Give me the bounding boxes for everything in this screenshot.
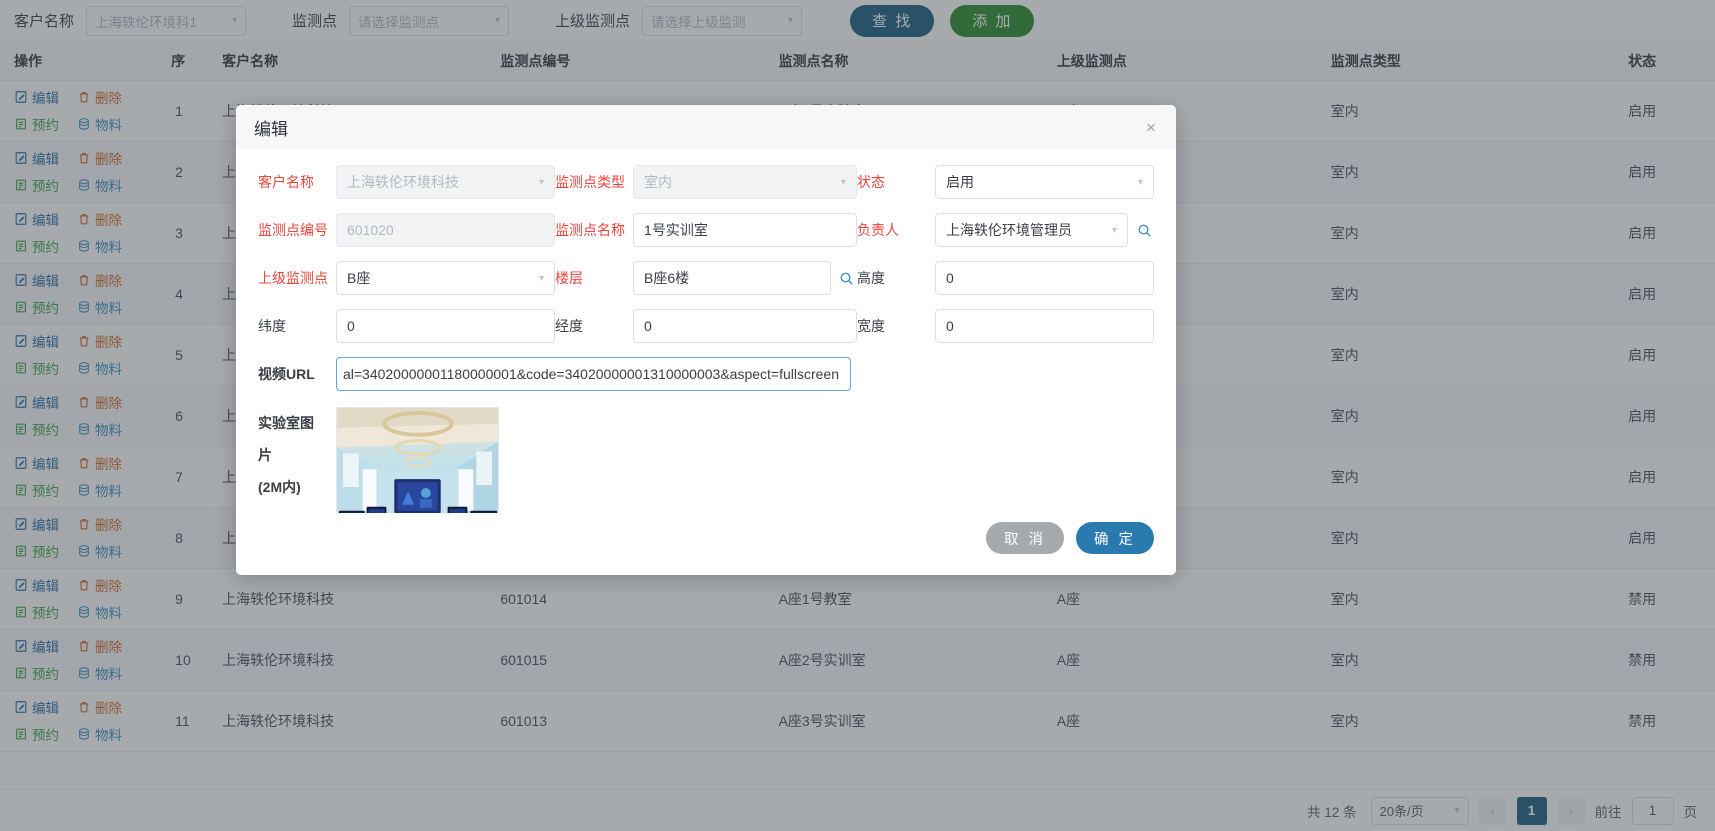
- lab-image-label-line2: (2M内): [258, 479, 301, 495]
- lab-image-thumbnail[interactable]: [336, 407, 499, 513]
- lab-image-label-line1: 实验室图片: [258, 415, 314, 463]
- customer-value: 上海轶伦环境科技: [347, 174, 459, 190]
- field-longitude: 经度 0: [555, 309, 857, 343]
- cancel-button[interactable]: 取 消: [986, 522, 1064, 554]
- chevron-down-icon: ▾: [539, 176, 545, 188]
- video-url-value: al=34020000001180000001&code=34020000001…: [342, 366, 839, 382]
- floor-label: 楼层: [555, 270, 584, 286]
- owner-value: 上海轶伦环境管理员: [945, 222, 1072, 238]
- latitude-input[interactable]: 0: [336, 309, 556, 343]
- longitude-input[interactable]: 0: [633, 309, 857, 343]
- form-row-2: 监测点编号 601020 监测点名称 1号实训室 负责人 上海轶伦环境管理员 ▾: [258, 213, 1154, 247]
- field-height: 高度 0: [857, 261, 1154, 295]
- lab-image-label: 实验室图片 (2M内): [258, 407, 336, 503]
- customer-label: 客户名称: [258, 174, 314, 190]
- chevron-down-icon: ▾: [1111, 224, 1117, 236]
- video-url-label: 视频URL: [258, 366, 315, 382]
- point-name-label: 监测点名称: [555, 222, 626, 238]
- point-type-value: 室内: [644, 174, 673, 190]
- form-row-1: 客户名称 上海轶伦环境科技 ▾ 监测点类型 室内 ▾ 状态 启用 ▾: [258, 165, 1154, 199]
- point-code-input: 601020: [336, 213, 556, 247]
- dialog-body: 客户名称 上海轶伦环境科技 ▾ 监测点类型 室内 ▾ 状态 启用 ▾ 监测点编号…: [236, 149, 1176, 513]
- owner-label: 负责人: [856, 222, 899, 238]
- customer-select: 上海轶伦环境科技 ▾: [336, 165, 556, 199]
- point-type-select: 室内 ▾: [633, 165, 857, 199]
- field-floor: 楼层 B座6楼: [555, 261, 857, 295]
- field-customer: 客户名称 上海轶伦环境科技 ▾: [258, 165, 556, 199]
- point-name-input[interactable]: 1号实训室: [633, 213, 857, 247]
- dialog-footer: 取 消 确 定: [236, 513, 1176, 575]
- field-width: 宽度 0: [857, 309, 1154, 343]
- status-value: 启用: [945, 174, 974, 190]
- height-label: 高度: [856, 270, 885, 286]
- search-icon[interactable]: [837, 271, 857, 286]
- width-input[interactable]: 0: [934, 309, 1154, 343]
- point-type-label: 监测点类型: [555, 174, 626, 190]
- chevron-down-icon: ▾: [539, 272, 545, 284]
- longitude-label: 经度: [555, 318, 584, 334]
- parent-point-select[interactable]: B座 ▾: [336, 261, 556, 295]
- close-icon[interactable]: ×: [1140, 116, 1162, 138]
- dialog-header: 编辑 ×: [236, 105, 1176, 149]
- status-label: 状态: [856, 174, 885, 190]
- confirm-button[interactable]: 确 定: [1076, 522, 1154, 554]
- lab-photo: [337, 408, 498, 513]
- dialog-title: 编辑: [254, 119, 288, 139]
- point-code-label: 监测点编号: [258, 222, 328, 238]
- form-row-3: 上级监测点 B座 ▾ 楼层 B座6楼 高度 0: [258, 261, 1154, 295]
- owner-select[interactable]: 上海轶伦环境管理员 ▾: [934, 213, 1128, 247]
- field-video-url: 视频URL al=34020000001180000001&code=34020…: [258, 357, 1154, 391]
- field-lab-image: 实验室图片 (2M内): [258, 407, 1154, 513]
- field-owner: 负责人 上海轶伦环境管理员 ▾: [857, 213, 1154, 247]
- field-parent-point: 上级监测点 B座 ▾: [258, 261, 556, 295]
- chevron-down-icon: ▾: [840, 176, 846, 188]
- search-icon[interactable]: [1134, 223, 1154, 238]
- edit-dialog: 编辑 × 客户名称 上海轶伦环境科技 ▾ 监测点类型 室内 ▾ 状态 启用 ▾ …: [236, 105, 1176, 575]
- field-point-code: 监测点编号 601020: [258, 213, 556, 247]
- field-status: 状态 启用 ▾: [857, 165, 1154, 199]
- app-root: 客户名称 上海轶伦环境科1 ▾ 监测点 请选择监测点 ▾ 上级监测点 请选择上级…: [0, 0, 1715, 831]
- floor-input[interactable]: B座6楼: [633, 261, 831, 295]
- field-point-type: 监测点类型 室内 ▾: [555, 165, 857, 199]
- field-point-name: 监测点名称 1号实训室: [555, 213, 857, 247]
- latitude-label: 纬度: [258, 318, 286, 334]
- status-select[interactable]: 启用 ▾: [934, 165, 1154, 199]
- parent-point-label: 上级监测点: [258, 270, 328, 286]
- parent-point-value: B座: [347, 270, 371, 286]
- field-latitude: 纬度 0: [258, 309, 556, 343]
- width-label: 宽度: [856, 318, 885, 334]
- chevron-down-icon: ▾: [1137, 176, 1143, 188]
- video-url-input[interactable]: al=34020000001180000001&code=34020000001…: [336, 357, 851, 391]
- form-row-4: 纬度 0 经度 0 宽度 0: [258, 309, 1154, 343]
- height-input[interactable]: 0: [934, 261, 1154, 295]
